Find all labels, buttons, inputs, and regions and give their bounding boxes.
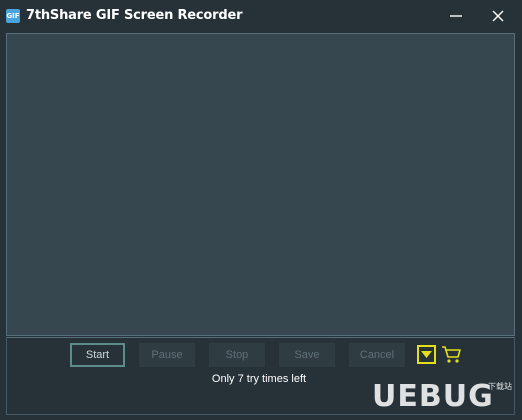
triangle-down-icon: [421, 351, 432, 358]
close-button[interactable]: [478, 0, 518, 33]
cancel-button[interactable]: Cancel: [349, 343, 405, 367]
pause-button[interactable]: Pause: [139, 343, 195, 367]
watermark-logo: UEBUG 下载站: [372, 379, 518, 419]
save-button[interactable]: Save: [279, 343, 335, 367]
minimize-icon: [450, 15, 462, 17]
minimize-button[interactable]: [436, 0, 476, 33]
options-dropdown-button[interactable]: [417, 345, 436, 364]
cart-icon[interactable]: [441, 345, 462, 364]
recording-area[interactable]: [6, 33, 515, 336]
app-gif-icon: GIF: [6, 9, 20, 23]
start-button[interactable]: Start: [70, 343, 125, 367]
title-bar: GIF 7thShare GIF Screen Recorder: [0, 0, 522, 33]
window-title: 7thShare GIF Screen Recorder: [26, 8, 243, 23]
stop-button[interactable]: Stop: [209, 343, 265, 367]
watermark-subtext: 下载站: [488, 382, 512, 391]
watermark-text: UEBUG: [372, 379, 494, 414]
close-icon: [492, 10, 504, 22]
